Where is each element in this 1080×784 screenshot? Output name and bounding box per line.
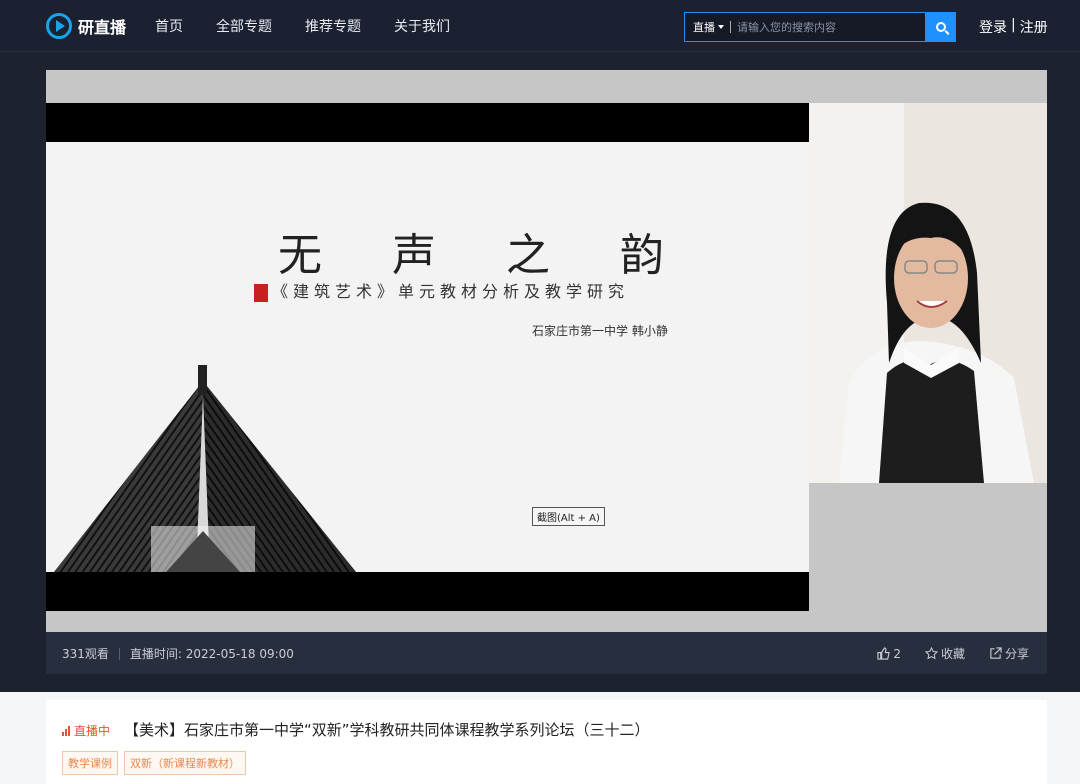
- info-left: 331观看 直播时间: 2022-05-18 09:00: [62, 645, 294, 662]
- nav-home[interactable]: 首页: [155, 16, 183, 36]
- slide-subtitle: 《建筑艺术》单元教材分析及教学研究: [254, 278, 629, 302]
- search-type-dropdown[interactable]: 直播: [685, 19, 724, 35]
- like-count: 2: [893, 646, 901, 661]
- caret-down-icon: [718, 25, 724, 29]
- slide-screen: 无声之韵 《建筑艺术》单元教材分析及教学研究 石家庄市第一中学 韩小静 截图(A…: [46, 103, 809, 611]
- slide-subtitle-text: 《建筑艺术》单元教材分析及教学研究: [272, 282, 630, 301]
- course-tags: 教学课例 双新（新课程新教材）: [62, 751, 246, 775]
- site-logo[interactable]: 研直播: [46, 13, 126, 39]
- video-player[interactable]: 无声之韵 《建筑艺术》单元教材分析及教学研究 石家庄市第一中学 韩小静 截图(A…: [46, 70, 1047, 632]
- info-divider: [118, 647, 120, 660]
- search-type-label: 直播: [693, 21, 715, 34]
- favorite-button[interactable]: 收藏: [924, 645, 965, 662]
- logo-text: 研直播: [78, 18, 127, 37]
- thumbs-up-icon: [877, 647, 891, 660]
- register-link[interactable]: 注册: [1020, 17, 1048, 37]
- live-time: 直播时间: 2022-05-18 09:00: [129, 647, 294, 661]
- slide-title: 无声之韵: [278, 230, 734, 281]
- auth-links: 登录 | 注册: [979, 17, 1048, 37]
- tag-new-curriculum[interactable]: 双新（新课程新教材）: [124, 751, 246, 775]
- login-link[interactable]: 登录: [979, 17, 1007, 37]
- search-box: 直播: [684, 12, 956, 42]
- live-status-label: 直播中: [74, 724, 111, 738]
- course-title: 【美术】石家庄市第一中学“双新”学科教研共同体课程教学系列论坛（三十二）: [124, 721, 650, 739]
- letterbox-bottom: [46, 572, 809, 611]
- viewer-count: 331观看: [62, 647, 109, 661]
- top-navbar: 研直播 首页 全部专题 推荐专题 关于我们 直播 登录 | 注册: [0, 0, 1080, 52]
- camera-placeholder: [809, 483, 1047, 632]
- nav-about-us[interactable]: 关于我们: [394, 16, 450, 36]
- search-divider: [730, 21, 731, 33]
- search-icon: [935, 22, 946, 32]
- info-actions: 2 收藏 分享: [877, 645, 1029, 662]
- player-info-bar: 331观看 直播时间: 2022-05-18 09:00 2 收藏 分享: [46, 632, 1047, 674]
- main-nav: 首页 全部专题 推荐专题 关于我们: [155, 0, 450, 52]
- share-icon: [990, 647, 1002, 659]
- live-signal-icon: [62, 725, 70, 736]
- like-button[interactable]: 2: [877, 647, 901, 661]
- nav-all-topics[interactable]: 全部专题: [216, 16, 272, 36]
- red-seal-icon: [254, 283, 268, 302]
- favorite-label: 收藏: [940, 647, 965, 661]
- search-input[interactable]: [737, 20, 917, 34]
- share-button[interactable]: 分享: [989, 645, 1029, 662]
- roof-eave-illustration: [54, 365, 356, 572]
- logo-play-icon: [46, 13, 72, 39]
- letterbox-top: [46, 103, 809, 142]
- nav-recommended-topics[interactable]: 推荐专题: [305, 16, 361, 36]
- share-label: 分享: [1004, 647, 1029, 661]
- slide-author: 石家庄市第一中学 韩小静: [532, 324, 668, 338]
- star-icon: [924, 647, 938, 660]
- search-button[interactable]: [925, 12, 956, 42]
- tag-teaching-case[interactable]: 教学课例: [62, 751, 118, 775]
- course-section: 直播中 【美术】石家庄市第一中学“双新”学科教研共同体课程教学系列论坛（三十二）…: [0, 692, 1080, 784]
- screenshot-shortcut-tooltip: 截图(Alt + A): [532, 507, 605, 526]
- live-status: 直播中: [62, 722, 110, 739]
- auth-separator: |: [1011, 17, 1016, 33]
- course-card: 直播中 【美术】石家庄市第一中学“双新”学科教研共同体课程教学系列论坛（三十二）…: [46, 700, 1047, 784]
- presenter-camera-feed: [809, 103, 1047, 483]
